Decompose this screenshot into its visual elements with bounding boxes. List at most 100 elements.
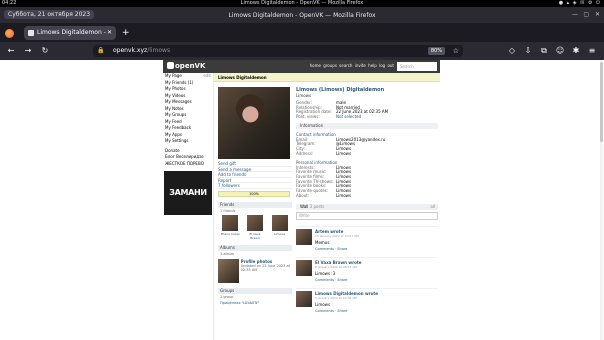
system-top-bar: 04:22 Limows Digitaldemon - OpenVK — Moz…	[0, 0, 604, 7]
profile-actions: Send gift Send a message Add to friends …	[218, 161, 292, 189]
download-icon[interactable]: ⇩	[522, 45, 534, 57]
album-item[interactable]: Profile photos Updated on 22 June 2023 at…	[218, 257, 292, 283]
profile-status[interactable]: Limows	[296, 93, 438, 98]
openvk-logo-icon	[167, 62, 174, 69]
sidebar-item-pinned-group[interactable]: ЖЕСТКОЕ ПОРЕВО	[163, 161, 213, 168]
profile-right-column: Limows (Limows) Digitaldemon Limows Gend…	[296, 87, 438, 313]
profile-main: Limows Digitaldemon Send gift Send a mes…	[213, 73, 440, 340]
reload-icon[interactable]: ↻	[39, 45, 51, 57]
friend-name: Limows	[274, 231, 286, 236]
post-actions[interactable]: Comments · Share	[315, 278, 438, 282]
friend-avatar	[222, 214, 239, 231]
post-body: Limows Digitaldemon wrote 5 January 2022 …	[312, 291, 438, 313]
forward-arrow-icon[interactable]: →	[22, 45, 34, 57]
browser-title-bar: Суббота, 21 октября 2023 Limows Digitald…	[0, 7, 604, 23]
info-value: Limows	[336, 150, 352, 156]
album-meta: Updated on 22 June 2023 at 02:35 AM	[240, 263, 290, 272]
wall-post-input[interactable]: Write	[296, 212, 438, 221]
left-sidebar: My Page edit My Friends (1) My Photos My …	[163, 73, 213, 340]
sidebar-banner[interactable]: ЗАМАНИ	[164, 171, 212, 215]
sidebar-item-settings[interactable]: My Settings	[163, 138, 213, 145]
site-logo[interactable]: openVK	[167, 62, 205, 70]
info-value[interactable]: Not selected	[336, 114, 361, 120]
account-icon[interactable]: ☺	[554, 45, 566, 57]
browser-window-title: Limows Digitaldemon - OpenVK — Mozilla F…	[228, 12, 376, 19]
tab-bar: Limows Digitaldemon - OpenV ✕ +	[0, 23, 604, 50]
post-author-avatar[interactable]	[296, 229, 312, 246]
information-header[interactable]: Information	[296, 122, 438, 129]
menu-hamburger-icon[interactable]: ≡	[586, 45, 598, 57]
post-body: El Vaxa Brawn wrote 8 January 2022 at 08:…	[312, 260, 438, 282]
firefox-view-icon[interactable]	[5, 29, 14, 38]
site-header: openVK home groups search invite help lo…	[163, 60, 440, 73]
info-key: Address:	[296, 150, 314, 156]
post-body: Artem wrote 15 January 2022 at 10:57 PM Me…	[312, 229, 438, 251]
new-tab-button[interactable]: +	[122, 26, 130, 40]
bookmark-star-icon[interactable]: ☆	[453, 45, 459, 57]
profile-avatar[interactable]	[218, 87, 290, 159]
wall-header: Wall 3 posts all	[296, 204, 438, 211]
extensions-icon[interactable]: ⧉	[538, 45, 550, 57]
wall-post: Artem wrote 15 January 2022 at 10:57 PM Me…	[296, 226, 438, 251]
post-date: 8 January 2022 at 08:53 AM	[315, 265, 357, 270]
maximize-icon[interactable]: ▢	[583, 11, 589, 18]
post-actions[interactable]: Comments · Share	[315, 309, 438, 313]
friend-item[interactable]: El Vaxa Brawn	[245, 214, 265, 240]
url-path: /limows	[147, 47, 171, 54]
extension-puzzle-icon[interactable]: ✱	[570, 45, 582, 57]
post-date: 15 January 2022 at 10:57 PM	[315, 234, 359, 239]
back-arrow-icon[interactable]: ←	[5, 45, 17, 57]
friend-item[interactable]: Limows	[270, 214, 290, 240]
close-tab-icon[interactable]: ✕	[107, 26, 112, 40]
wall-heading: Wall	[300, 204, 309, 210]
groups-heading: Groups	[220, 287, 235, 293]
header-menu[interactable]: home groups search invite help log out	[310, 63, 394, 68]
post-actions[interactable]: Comments · Share	[315, 247, 438, 251]
info-value: Limows	[336, 192, 352, 198]
info-row: Polit. views: Not selected	[296, 114, 438, 120]
completeness-label: 100%	[248, 191, 259, 196]
wall-posts: Artem wrote 15 January 2022 at 10:57 PM Me…	[296, 226, 438, 313]
album-cover	[218, 258, 239, 283]
scrollbar-thumb[interactable]	[600, 62, 603, 142]
lock-icon: 🔒	[97, 47, 105, 54]
friends-list: Pheno Inclan El Vaxa Brawn Limows	[218, 214, 292, 240]
info-key: About:	[296, 192, 310, 198]
post-text: Limows	[315, 302, 331, 308]
wall-post: El Vaxa Brawn wrote 8 January 2022 at 08:…	[296, 257, 438, 282]
wall-all-link[interactable]: all	[430, 204, 435, 210]
page-title: Limows Digitaldemon	[214, 73, 440, 82]
page-scrollbar[interactable]	[600, 60, 603, 340]
post-date: 5 January 2022 at 10:36 AM	[315, 296, 357, 301]
friend-avatar	[271, 214, 288, 231]
pocket-icon[interactable]: ◇	[506, 45, 518, 57]
personal-info: Interests: Limows Favorite music: Limows Fav…	[296, 165, 438, 199]
post-text: Memus	[315, 240, 330, 246]
system-tray-icons[interactable]: ● ▴ ◈ ✉ ⚙ ⏻	[559, 0, 601, 7]
screen: 04:22 Limows Digitaldemon - OpenVK — Moz…	[0, 0, 604, 340]
albums-heading: Albums	[220, 244, 235, 250]
album-info: Profile photos Updated on 22 June 2023 at…	[239, 259, 292, 283]
openvk-favicon-icon	[28, 30, 34, 36]
tab-openvk[interactable]: Limows Digitaldemon - OpenV ✕	[24, 26, 116, 50]
personal-heading: Personal information	[296, 159, 338, 165]
info-row: Address: Limows	[296, 150, 438, 157]
post-text: Limows :3	[315, 271, 336, 277]
url-bar[interactable]: 🔒 openvk.xyz/limows 80% ☆	[93, 45, 463, 57]
friend-name: El Vaxa Brawn	[249, 231, 261, 240]
contact-heading: Contact information	[296, 131, 336, 137]
minimize-icon[interactable]: —	[572, 11, 578, 18]
followers-link[interactable]: 7 followers	[218, 183, 292, 189]
close-window-icon[interactable]: ✕	[595, 11, 600, 18]
zoom-indicator[interactable]: 80%	[427, 47, 445, 55]
group-link[interactable]: Прицепная "ШЪЫПУ"	[218, 300, 292, 306]
wall-post: Limows Digitaldemon wrote 5 January 2022 …	[296, 288, 438, 313]
profile-completeness-bar: 100%	[218, 190, 290, 197]
info-row: About: Limows	[296, 192, 438, 199]
profile-left-column: Send gift Send a message Add to friends …	[218, 87, 292, 306]
post-author-avatar[interactable]	[296, 291, 312, 308]
post-author-avatar[interactable]	[296, 260, 312, 277]
friend-item[interactable]: Pheno Inclan	[220, 214, 240, 240]
header-search-input[interactable]: Search	[397, 62, 437, 71]
friend-name: Pheno Inclan	[220, 231, 240, 236]
